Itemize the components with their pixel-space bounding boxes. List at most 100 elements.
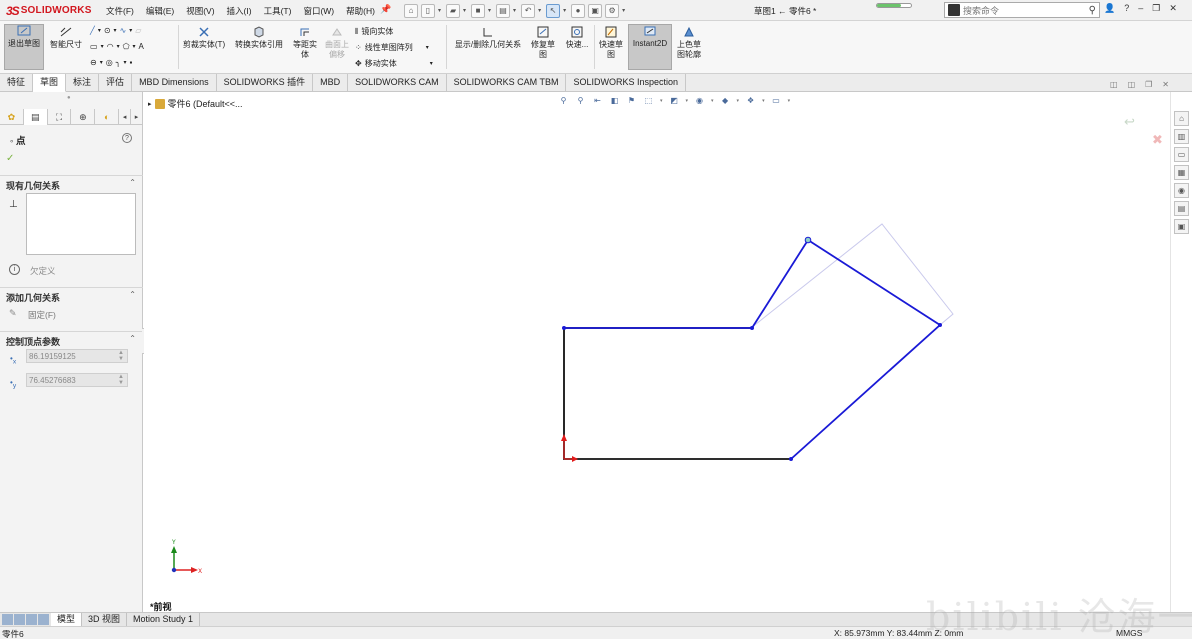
menu-tools[interactable]: 工具(T) (258, 5, 298, 17)
rebuild-icon[interactable]: ● (571, 3, 586, 18)
tab-solidworks-cam[interactable]: SOLIDWORKS CAM (348, 74, 447, 92)
existing-relations-list[interactable] (26, 193, 136, 255)
trim-entities-button[interactable]: 剪裁实体(T) (180, 26, 228, 50)
quick-snaps-button[interactable]: 快速... (562, 26, 592, 50)
tab-solidworks-inspection[interactable]: SOLIDWORKS Inspection (566, 74, 687, 92)
rectangle-icon[interactable]: ▭ (90, 42, 98, 51)
chevron-down-icon[interactable]: ▾ (438, 7, 441, 14)
undo-icon[interactable]: ↶ (521, 3, 536, 18)
chevron-down-icon[interactable]: ▾ (513, 7, 516, 14)
arc-icon[interactable]: ◠ (107, 42, 114, 51)
sketch-point[interactable] (789, 457, 793, 461)
help-icon[interactable]: ? (1124, 3, 1129, 14)
tab-motion-study[interactable]: Motion Study 1 (127, 613, 201, 626)
tab-solidworks-cam-tbm[interactable]: SOLIDWORKS CAM TBM (447, 74, 567, 92)
slot-icon[interactable]: ⊖ (90, 58, 97, 67)
first-tab-icon[interactable] (2, 614, 13, 625)
feature-manager-tab-icon[interactable]: ✿ (0, 109, 24, 125)
linear-pattern-button[interactable]: ⁘ 线性草图阵列 ▾ (355, 42, 429, 53)
tab-model[interactable]: 模型 (51, 613, 83, 626)
display-manager-tab-icon[interactable]: ◐ (95, 109, 120, 125)
tab-evaluate[interactable]: 评估 (99, 74, 133, 92)
print-icon[interactable]: ▤ (496, 3, 511, 18)
repair-sketch-button[interactable]: 修复草图 (528, 26, 558, 60)
last-tab-icon[interactable] (38, 614, 49, 625)
tab-solidworks-addins[interactable]: SOLIDWORKS 插件 (217, 74, 314, 92)
solidworks-logo[interactable]: 3S SOLIDWORKS (6, 2, 92, 19)
collapse-icon[interactable]: ⌃ (129, 178, 136, 187)
tab-sketch[interactable]: 草图 (33, 74, 67, 92)
close-icon[interactable]: ✕ (1169, 3, 1177, 14)
x-spinner-icon[interactable]: ▲ ▼ (118, 350, 124, 362)
menu-window[interactable]: 窗口(W) (297, 5, 340, 17)
pin-menu-icon[interactable]: 📌 (380, 4, 391, 15)
restore-icon[interactable]: ❐ (1152, 3, 1160, 14)
menu-view[interactable]: 视图(V) (180, 5, 220, 17)
tab-mbd-dimensions[interactable]: MBD Dimensions (132, 74, 217, 92)
tab-markup[interactable]: 标注 (66, 74, 100, 92)
graphics-area[interactable]: ▸ 零件6 (Default<<... ⚲ ⚲ ⇤ ◧ ⚑ ⬚ ▾ ◩ ▾ ◉ ▾ ◆… (144, 80, 1170, 612)
move-entities-button[interactable]: ✥ 移动实体 ▾ (355, 58, 433, 69)
search-commands[interactable]: 搜索命令 ⚲ (944, 2, 1100, 18)
tab-mbd[interactable]: MBD (313, 74, 349, 92)
tab-features[interactable]: 特征 (0, 74, 34, 92)
sketch-drawing[interactable]: Y X (144, 92, 1170, 612)
user-icon[interactable]: 👤 (1104, 3, 1115, 14)
design-library-icon[interactable]: ▥ (1174, 129, 1189, 144)
circle-icon[interactable]: ⊙ (104, 26, 111, 35)
viewport-close-icon[interactable]: ✕ (1162, 80, 1169, 89)
menu-file[interactable]: 文件(F) (100, 5, 140, 17)
spline-icon[interactable]: ∿ (120, 26, 127, 35)
menu-help[interactable]: 帮助(H) (340, 5, 381, 17)
home-icon[interactable]: ⌂ (404, 3, 418, 18)
view-palette-icon[interactable]: ▦ (1174, 165, 1189, 180)
menu-insert[interactable]: 插入(I) (221, 5, 258, 17)
chevron-down-icon[interactable]: ▾ (622, 7, 625, 14)
mirror-entities-button[interactable]: ⫴ 镜向实体 (355, 26, 393, 37)
open-icon[interactable]: ▰ (446, 3, 461, 18)
menu-edit[interactable]: 编辑(E) (140, 5, 180, 17)
control-vertex-params-section[interactable]: 控制顶点参数 ⌃ (0, 331, 143, 347)
sketch-point[interactable] (562, 326, 566, 330)
help-icon[interactable]: ? (122, 133, 132, 143)
sketch-line-black[interactable] (563, 327, 791, 460)
convert-entities-button[interactable]: 转换实体引用 (230, 26, 288, 50)
prev-tab-icon[interactable] (14, 614, 25, 625)
sketch-point[interactable] (938, 323, 942, 327)
viewport-1-icon[interactable]: ◫ (1110, 80, 1118, 89)
point-icon[interactable]: ▪ (130, 58, 133, 67)
tabs-scroll-left-icon[interactable]: ◂ (119, 109, 132, 125)
selected-sketch-point[interactable] (804, 236, 812, 244)
add-relations-section[interactable]: 添加几何关系 ⌃ (0, 287, 143, 303)
property-manager-tab-icon[interactable]: ▤ (23, 109, 48, 125)
chevron-down-icon[interactable]: ▾ (488, 7, 491, 14)
smart-dimension-button[interactable]: 智能尺寸 (46, 26, 86, 70)
new-document-icon[interactable]: ▯ (421, 3, 435, 18)
confirm-corner-icon[interactable]: ↩ (1124, 114, 1135, 130)
options-gear-icon[interactable]: ⚙ (605, 3, 620, 18)
plane-icon[interactable]: ▱ (135, 26, 141, 35)
panel-grip-icon[interactable]: ● (67, 95, 73, 101)
configuration-manager-tab-icon[interactable]: ⛶ (48, 109, 72, 125)
x-coordinate-field[interactable]: 86.19159125 (26, 349, 128, 363)
y-spinner-icon[interactable]: ▲ ▼ (118, 374, 124, 386)
polygon-icon[interactable]: ⬠ (123, 42, 130, 51)
y-coordinate-field[interactable]: 76.45276683 (26, 373, 128, 387)
ok-check-icon[interactable]: ✓ (6, 153, 14, 164)
sketch-line-blue[interactable] (564, 238, 942, 460)
fillet-icon[interactable]: ╮ (116, 58, 121, 67)
tab-3d-views[interactable]: 3D 视图 (82, 613, 128, 626)
search-icon[interactable]: ⚲ (1089, 5, 1096, 16)
next-tab-icon[interactable] (26, 614, 37, 625)
chevron-down-icon[interactable]: ▾ (463, 7, 466, 14)
appearances-icon[interactable]: ◉ (1174, 183, 1189, 198)
viewport-2-icon[interactable]: ◫ (1128, 80, 1136, 89)
ellipse-icon[interactable]: ◎ (106, 58, 113, 67)
file-explorer-icon[interactable]: ▭ (1174, 147, 1189, 162)
viewport-restore-icon[interactable]: ❐ (1145, 80, 1152, 89)
dimxpert-manager-tab-icon[interactable]: ⊕ (71, 109, 96, 125)
collapse-icon[interactable]: ⌃ (129, 334, 136, 343)
save-icon[interactable]: ■ (471, 3, 486, 18)
search-input[interactable]: 搜索命令 (963, 4, 1089, 17)
existing-relations-section[interactable]: 现有几何关系 ⌃ (0, 175, 143, 191)
